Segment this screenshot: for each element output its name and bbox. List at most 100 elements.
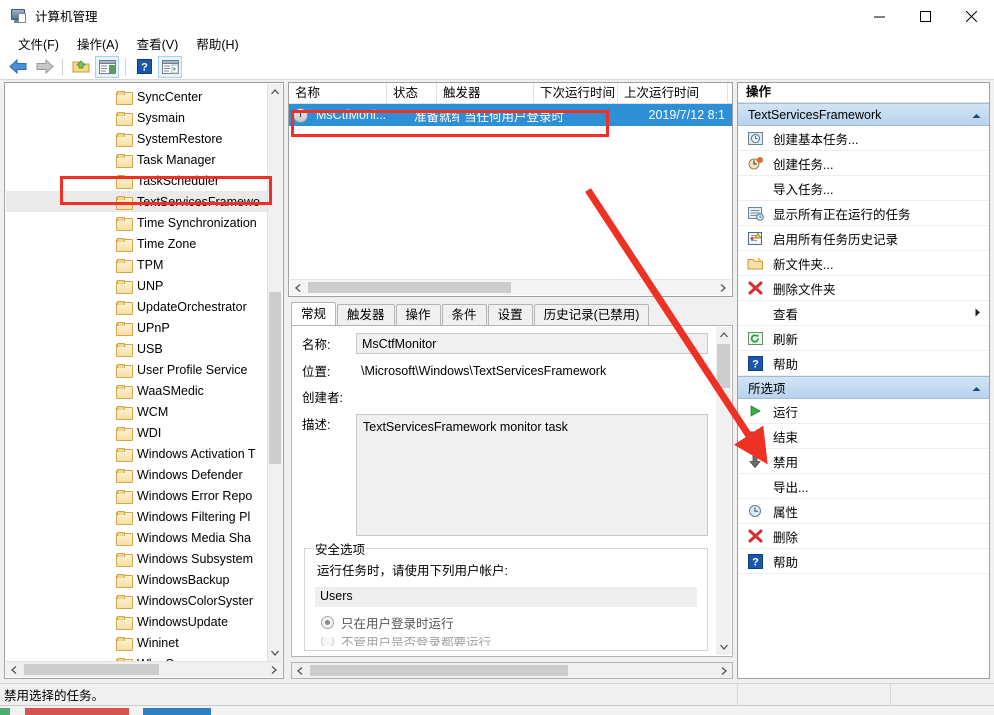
detail-tabs[interactable]: 常规 触发器 操作 条件 设置 历史记录(已禁用) [288, 302, 733, 325]
task-list-hscroll-thumb[interactable] [308, 282, 511, 293]
chevron-right-icon[interactable] [715, 280, 731, 296]
console-tree[interactable]: SyncCenter Sysmain SystemRestore Task Manag… [6, 84, 267, 661]
action-item[interactable]: ? 帮助 [738, 351, 989, 376]
action-item[interactable]: 查看 [738, 301, 989, 326]
tree-item[interactable]: TextServicesFramewo [6, 191, 267, 212]
action-item[interactable]: 导入任务... [738, 176, 989, 201]
tree-item[interactable]: WindowsColorSyster [6, 590, 267, 611]
action-item[interactable]: 结束 [738, 424, 989, 449]
column-header[interactable]: 状态 [387, 83, 437, 104]
column-header[interactable]: 名称 [289, 83, 387, 104]
tree-item[interactable]: SyncCenter [6, 86, 267, 107]
chevron-down-icon[interactable] [268, 645, 282, 661]
tab-2[interactable]: 操作 [395, 304, 441, 325]
menu-file[interactable]: 文件(F) [9, 32, 68, 55]
tree-item[interactable]: WCM [6, 401, 267, 422]
action-item[interactable]: 删除 [738, 524, 989, 549]
action-item[interactable]: 创建基本任务... [738, 126, 989, 151]
action-item[interactable]: 导出... [738, 474, 989, 499]
tree-vertical-scrollbar[interactable] [267, 84, 282, 661]
tree-item[interactable]: UNP [6, 275, 267, 296]
tab-0[interactable]: 常规 [291, 302, 337, 325]
chevron-up-icon[interactable] [972, 108, 981, 122]
detail-horizontal-scrollbar[interactable] [291, 662, 733, 679]
tree-item[interactable]: WDI [6, 422, 267, 443]
chevron-right-icon[interactable] [266, 662, 282, 678]
chevron-right-icon[interactable] [716, 663, 732, 678]
chevron-up-icon[interactable] [268, 84, 282, 100]
chevron-left-icon[interactable] [292, 663, 308, 678]
column-header[interactable]: 触发器 [437, 83, 534, 104]
menu-action[interactable]: 操作(A) [68, 32, 128, 55]
tree-horizontal-scrollbar[interactable] [6, 661, 282, 677]
minimize-button[interactable] [856, 0, 902, 32]
close-button[interactable] [948, 0, 994, 32]
tree-item[interactable]: Windows Filtering Pl [6, 506, 267, 527]
action-item[interactable]: 新文件夹... [738, 251, 989, 276]
column-header[interactable]: 下次运行时间 [534, 83, 618, 104]
action-item[interactable]: 刷新 [738, 326, 989, 351]
action-item[interactable]: 运行 [738, 399, 989, 424]
tree-item[interactable]: WlanSvc [6, 653, 267, 661]
radio-icon-unselected[interactable] [321, 637, 334, 646]
tree-item[interactable]: Time Zone [6, 233, 267, 254]
tree-item[interactable]: Windows Error Repo [6, 485, 267, 506]
maximize-button[interactable] [902, 0, 948, 32]
task-list-rows[interactable]: MsCtfMoni... 准备就绪 当任何用户登录时 2019/7/12 8:1 [289, 104, 732, 126]
task-list-hscrollbar[interactable] [290, 279, 731, 295]
tree-item[interactable]: TaskScheduler [6, 170, 267, 191]
task-list-header[interactable]: 名称 状态 触发器 下次运行时间 上次运行时间 [289, 83, 732, 104]
tab-5[interactable]: 历史记录(已禁用) [533, 304, 650, 325]
forward-arrow-icon[interactable] [32, 56, 56, 78]
action-item[interactable]: ? 帮助 [738, 549, 989, 574]
radio-icon-selected[interactable] [321, 616, 334, 629]
chevron-left-icon[interactable] [290, 280, 306, 296]
task-name-value[interactable]: MsCtfMonitor [356, 333, 708, 354]
tree-item[interactable]: User Profile Service [6, 359, 267, 380]
tree-item[interactable]: WindowsUpdate [6, 611, 267, 632]
tree-item[interactable]: USB [6, 338, 267, 359]
tab-1[interactable]: 触发器 [337, 304, 395, 325]
radio-run-only-when-logged-in[interactable]: 只在用户登录时运行 [321, 613, 697, 632]
detail-scroll-thumb[interactable] [717, 344, 730, 388]
tree-scroll-thumb[interactable] [269, 292, 281, 464]
action-item[interactable]: 启用所有任务历史记录 [738, 226, 989, 251]
column-header[interactable]: 上次运行时间 [618, 83, 728, 104]
menu-view[interactable]: 查看(V) [128, 32, 188, 55]
tab-3[interactable]: 条件 [441, 304, 487, 325]
help-icon[interactable]: ? [132, 56, 156, 78]
security-account-value[interactable]: Users [315, 587, 697, 607]
show-hide-tree-icon[interactable] [95, 55, 119, 78]
tree-item[interactable]: Windows Media Sha [6, 527, 267, 548]
chevron-up-icon[interactable] [972, 381, 981, 395]
tree-item[interactable]: Sysmain [6, 107, 267, 128]
actions-list[interactable]: TextServicesFramework 创建基本任务... 创建任务... 导入任… [738, 103, 989, 574]
tree-item[interactable]: WaaSMedic [6, 380, 267, 401]
chevron-down-icon[interactable] [716, 639, 731, 655]
tree-item[interactable]: UpdateOrchestrator [6, 296, 267, 317]
tree-item[interactable]: Windows Activation T [6, 443, 267, 464]
action-item[interactable]: 显示所有正在运行的任务 [738, 201, 989, 226]
radio-run-whether-logged-in[interactable]: 不管用户是否登录都要运行 [321, 637, 697, 646]
tree-item[interactable]: Windows Subsystem [6, 548, 267, 569]
tree-item[interactable]: Time Synchronization [6, 212, 267, 233]
action-item[interactable]: 禁用 [738, 449, 989, 474]
show-action-pane-icon[interactable] [158, 55, 182, 78]
tree-item[interactable]: TPM [6, 254, 267, 275]
detail-vertical-scrollbar[interactable] [716, 327, 731, 655]
action-item[interactable]: 属性 [738, 499, 989, 524]
action-item[interactable]: 创建任务... [738, 151, 989, 176]
tree-item[interactable]: Wininet [6, 632, 267, 653]
up-folder-icon[interactable] [69, 56, 93, 78]
chevron-up-icon[interactable] [716, 327, 731, 343]
tree-item[interactable]: Windows Defender [6, 464, 267, 485]
task-description-value[interactable]: TextServicesFramework monitor task [356, 414, 708, 536]
tree-item[interactable]: Task Manager [6, 149, 267, 170]
actions-section-header[interactable]: TextServicesFramework [738, 103, 989, 126]
tree-item[interactable]: WindowsBackup [6, 569, 267, 590]
back-arrow-icon[interactable] [6, 56, 30, 78]
tab-4[interactable]: 设置 [487, 304, 533, 325]
tree-hscroll-thumb[interactable] [24, 664, 159, 675]
chevron-left-icon[interactable] [6, 662, 22, 678]
actions-section-header[interactable]: 所选项 [738, 376, 989, 399]
